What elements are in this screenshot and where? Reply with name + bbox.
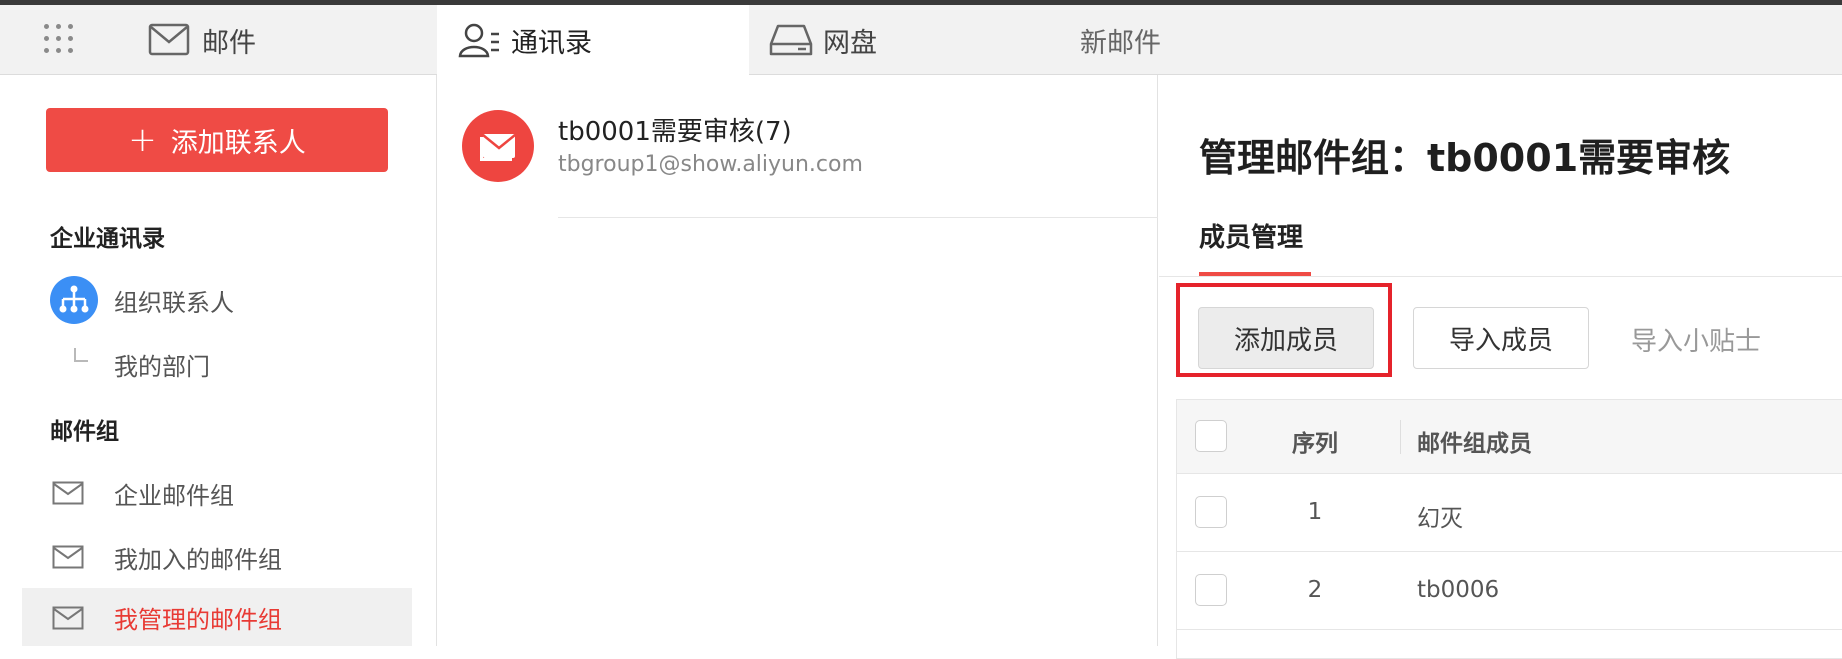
apps-grid-icon[interactable] [44,24,78,58]
sidebar-item-joined-groups[interactable]: 我加入的邮件组 [22,527,412,587]
sidebar-item-enterprise-groups[interactable]: 企业邮件组 [22,463,412,523]
contacts-icon [458,23,499,58]
envelope-icon [480,134,516,161]
tab-mail-label: 邮件 [202,27,256,59]
mail-group-icon [52,545,84,569]
page-title: 管理邮件组：tb0001需要审核 [1199,136,1731,180]
mail-group-icon [52,606,84,630]
tab-contacts[interactable]: 通讯录 [437,5,749,75]
row-index: 2 [1307,577,1323,603]
import-member-button[interactable]: 导入成员 [1413,307,1589,369]
sidebar-item-label: 我的部门 [114,352,210,381]
envelope-icon [148,23,190,56]
highlight-box [1176,283,1392,377]
sidebar-item-label: 企业邮件组 [114,481,234,510]
table-header: 序列 邮件组成员 [1177,400,1842,474]
sidebar-item-label: 我加入的邮件组 [114,545,282,574]
org-chart-icon [50,276,98,324]
tab-contacts-label: 通讯录 [511,27,592,59]
top-nav-bar: 邮件 通讯录 网盘 新邮件 [0,5,1842,75]
tab-new-mail-label: 新邮件 [1080,27,1161,59]
tab-member-management[interactable]: 成员管理 [1199,217,1303,254]
group-detail-panel: 管理邮件组：tb0001需要审核 成员管理 添加成员 导入成员 导入小贴士 序列… [1159,75,1842,659]
tree-branch-icon [74,348,88,362]
column-header-member: 邮件组成员 [1417,431,1532,457]
section-title-mail-groups: 邮件组 [50,419,119,445]
tab-drive-label: 网盘 [823,27,877,59]
mail-group-icon [52,481,84,505]
tab-drive[interactable]: 网盘 [769,5,989,75]
sidebar-item-my-department[interactable]: 我的部门 [22,334,412,394]
row-checkbox[interactable] [1195,496,1227,528]
tab-new-mail[interactable]: 新邮件 [1080,5,1220,75]
sidebar-item-org-contacts[interactable]: 组织联系人 [22,270,412,330]
member-table: 序列 邮件组成员 1 幻灭 2 tb0006 [1176,399,1842,659]
row-member: 幻灭 [1417,506,1463,532]
sidebar-item-label: 我管理的邮件组 [114,605,282,634]
drive-icon [769,24,813,56]
select-all-checkbox[interactable] [1195,420,1227,452]
sidebar-item-managed-groups[interactable]: 我管理的邮件组 [22,588,412,646]
column-header-index: 序列 [1292,431,1338,457]
table-row[interactable]: 2 tb0006 [1177,552,1842,630]
column-separator [1400,420,1401,454]
group-avatar [462,110,534,182]
group-list-panel: tb0001需要审核(7) tbgroup1@show.aliyun.com [438,75,1158,646]
row-member: tb0006 [1417,577,1500,603]
group-name: tb0001需要审核(7) [558,117,792,147]
row-index: 1 [1307,499,1323,525]
divider [1159,276,1842,277]
sidebar: + 添加联系人 企业通讯录 组织联系人 我的部门 邮件组 企业邮件组 我加入的邮… [0,75,437,646]
sidebar-item-label: 组织联系人 [114,288,234,317]
plus-icon: + [128,120,157,160]
table-row[interactable]: 1 幻灭 [1177,474,1842,552]
add-contact-label: 添加联系人 [170,127,306,159]
divider [558,217,1158,218]
group-email: tbgroup1@show.aliyun.com [558,152,863,177]
import-tips-link[interactable]: 导入小贴士 [1631,321,1761,358]
row-checkbox[interactable] [1195,574,1227,606]
add-contact-button[interactable]: + 添加联系人 [46,108,388,172]
section-title-enterprise: 企业通讯录 [50,226,165,252]
tab-mail[interactable]: 邮件 [148,5,418,75]
